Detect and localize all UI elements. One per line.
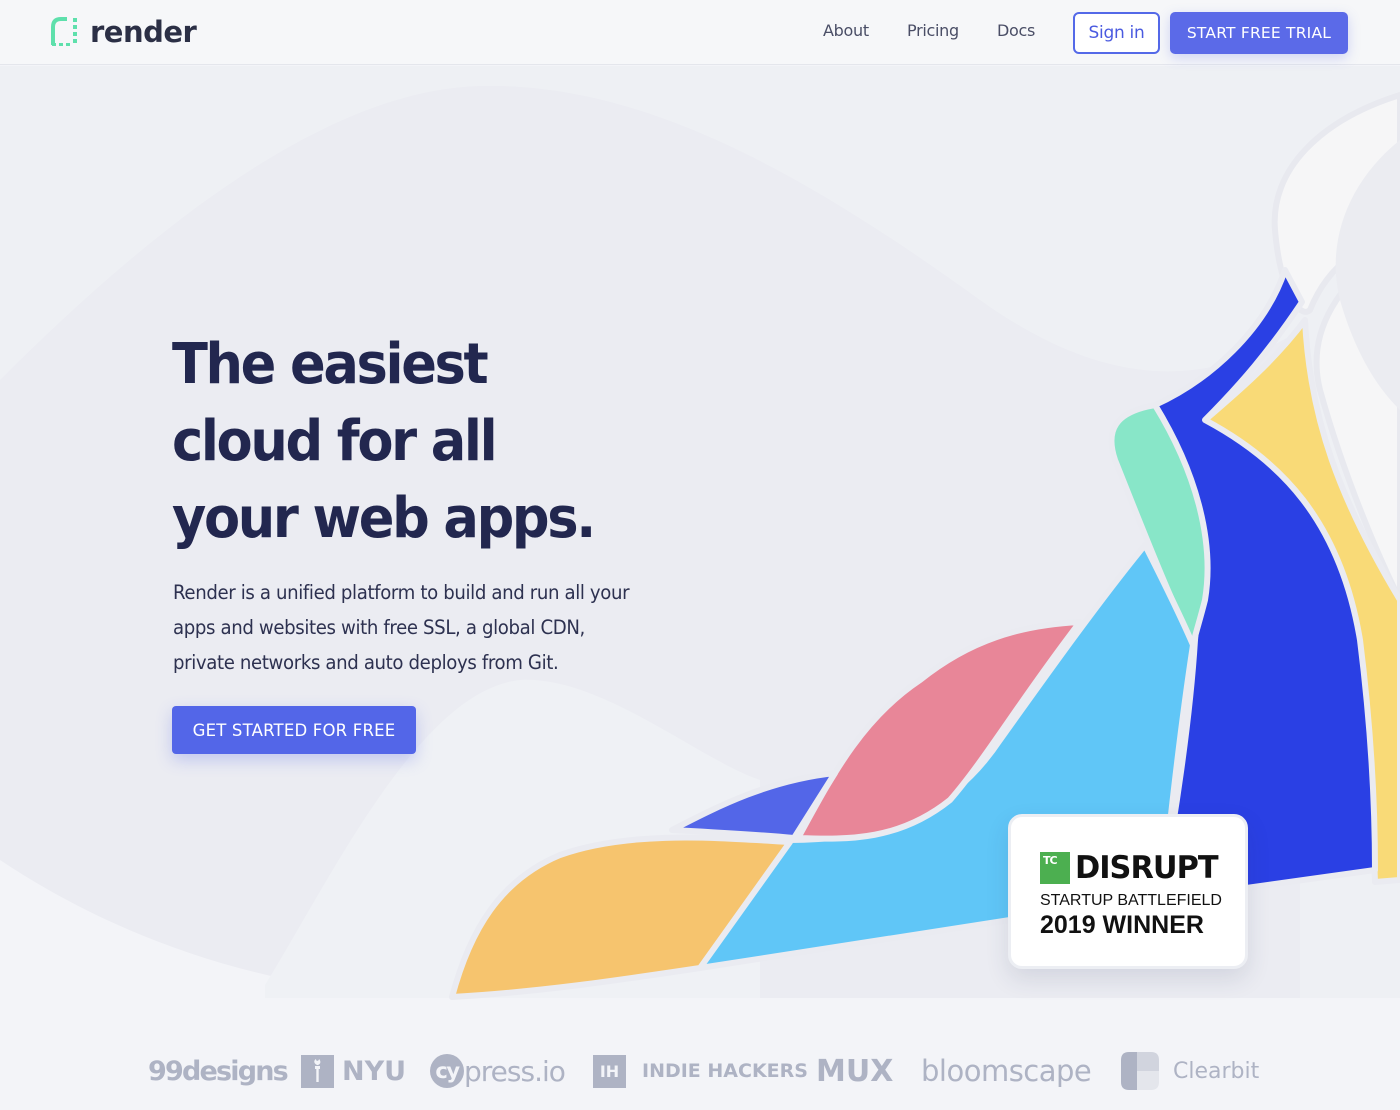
hero-description: Render is a unified platform to build an…	[173, 575, 694, 680]
badge-subtitle: STARTUP BATTLEFIELD	[1040, 892, 1222, 909]
logo-cypress: cy press.io	[430, 1040, 566, 1102]
hero-title-line: your web apps.	[172, 486, 596, 551]
customer-logos: 99designs NYU cy press.io IH INDIE HACKE…	[0, 1040, 1400, 1102]
nyu-torch-icon	[301, 1054, 334, 1088]
hero-title-line: cloud for all	[172, 409, 498, 474]
brand-name: render	[90, 15, 197, 49]
cypress-cy-icon: cy	[430, 1054, 464, 1088]
logo-indie-hackers: IH INDIE HACKERS	[593, 1040, 808, 1102]
logo-text: MUX	[816, 1053, 894, 1089]
logo-text: 99designs	[148, 1055, 289, 1087]
logo-nyu: NYU	[301, 1040, 406, 1102]
nav-docs-link[interactable]: Docs	[997, 21, 1035, 40]
disrupt-winner-badge: TC DISRUPT STARTUP BATTLEFIELD 2019 WINN…	[1008, 814, 1248, 969]
techcrunch-logo-icon: TC	[1040, 852, 1070, 884]
badge-header: TC DISRUPT	[1040, 852, 1221, 884]
hero-title-line: The easiest	[172, 332, 489, 397]
render-logo-icon	[51, 17, 77, 46]
badge-title: DISRUPT	[1075, 850, 1219, 886]
badge-year: 2019 WINNER	[1040, 911, 1204, 939]
logo-text: Clearbit	[1173, 1058, 1260, 1084]
get-started-button[interactable]: GET STARTED FOR FREE	[172, 706, 416, 754]
hero-description-line: apps and websites with free SSL, a globa…	[173, 616, 585, 639]
logo-text: bloomscape	[921, 1054, 1092, 1088]
logo-99designs: 99designs	[148, 1040, 289, 1102]
logo-text: press.io	[464, 1054, 566, 1088]
logo-text: INDIE HACKERS	[642, 1060, 808, 1082]
logo-clearbit: Clearbit	[1121, 1040, 1259, 1102]
indie-hackers-icon: IH	[593, 1054, 626, 1088]
hero-title: The easiest cloud for all your web apps.	[172, 326, 596, 557]
nav-about-link[interactable]: About	[823, 21, 869, 40]
hero-description-line: private networks and auto deploys from G…	[173, 651, 559, 674]
nav-pricing-link[interactable]: Pricing	[907, 21, 959, 40]
brand-home-link[interactable]: render	[51, 15, 197, 49]
tc-mark: TC	[1043, 854, 1058, 867]
start-free-trial-button[interactable]: START FREE TRIAL	[1170, 12, 1348, 54]
logo-text: NYU	[342, 1055, 407, 1087]
navbar: render About Pricing Docs Sign in START …	[0, 0, 1400, 65]
clearbit-icon	[1121, 1052, 1159, 1090]
hero-description-line: Render is a unified platform to build an…	[173, 581, 630, 604]
logo-mux: MUX	[816, 1040, 893, 1102]
sign-in-button[interactable]: Sign in	[1073, 12, 1160, 54]
logo-bloomscape: bloomscape	[921, 1040, 1092, 1102]
